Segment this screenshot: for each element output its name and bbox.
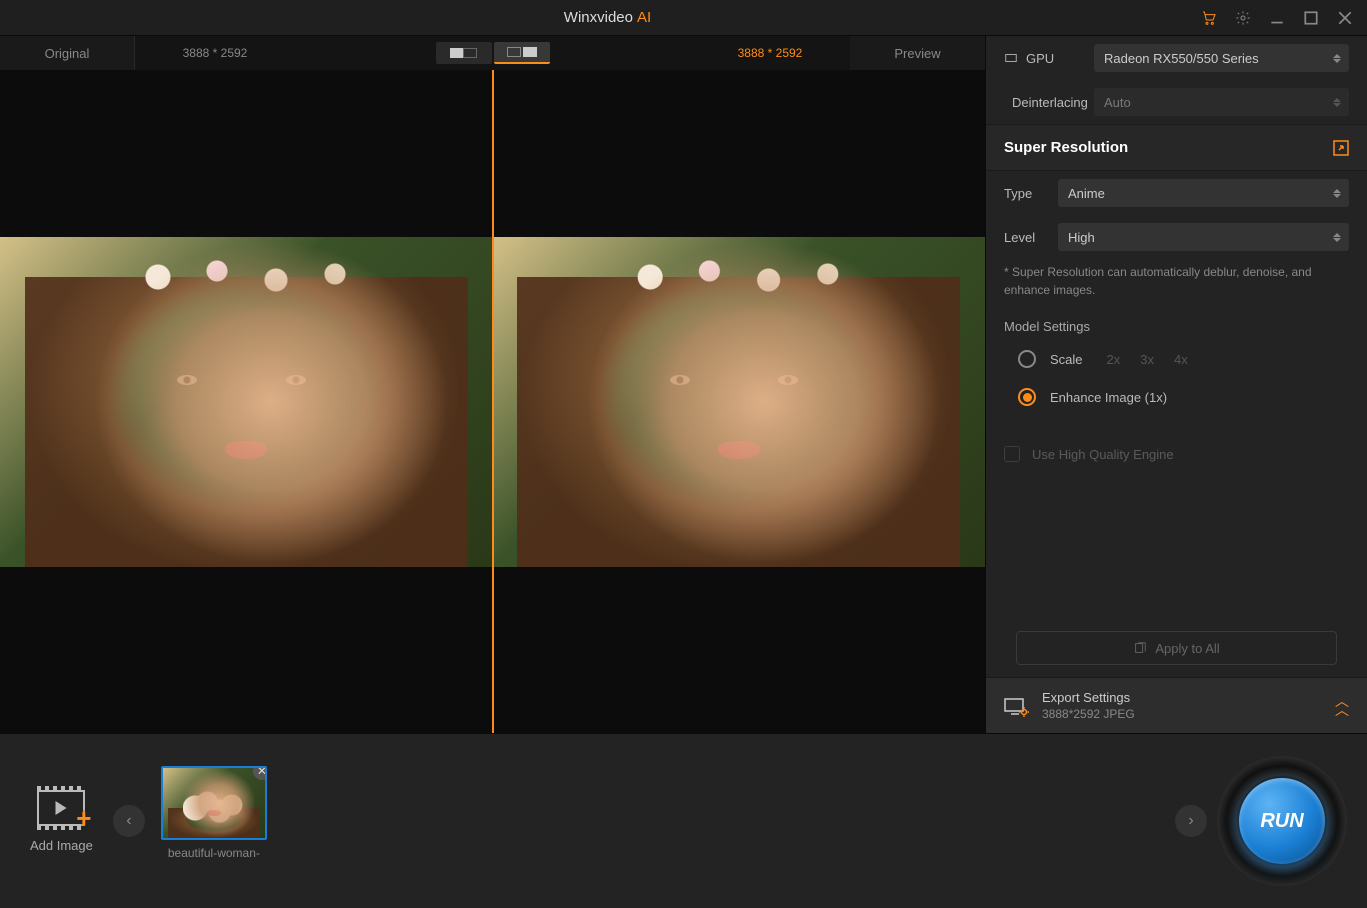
gpu-select[interactable]: Radeon RX550/550 Series [1094,44,1349,72]
close-icon[interactable] [1337,10,1353,26]
deinterlace-select: Auto [1094,88,1349,116]
scale-3x[interactable]: 3x [1140,352,1154,367]
super-resolution-hint: * Super Resolution can automatically deb… [986,259,1367,313]
add-image-button[interactable]: + Add Image [20,790,103,853]
apply-to-all-button[interactable]: Apply to All [1016,631,1337,665]
original-image [0,70,493,733]
export-detail: 3888*2592 JPEG [1042,707,1321,721]
scale-4x[interactable]: 4x [1174,352,1188,367]
thumbnail-strip: ✕ beautiful-woman- [155,766,1165,876]
super-resolution-header[interactable]: Super Resolution [986,124,1367,171]
gpu-icon [1004,51,1018,65]
high-quality-checkbox: Use High Quality Engine [986,432,1367,476]
compare-mode-single[interactable] [436,42,492,64]
radio-icon [1018,388,1036,406]
checkbox-icon [1004,446,1020,462]
minimize-icon[interactable] [1269,10,1285,26]
strip-next-button[interactable]: › [1175,805,1207,837]
expand-icon [1333,140,1349,156]
app-title: WinxvideoAI [14,9,1201,26]
type-select[interactable]: Anime [1058,179,1349,207]
compare-mode-toggle [436,42,550,64]
export-icon [1004,696,1028,716]
radio-icon [1018,350,1036,368]
thumbnail-item[interactable]: ✕ beautiful-woman- [161,766,267,860]
compare-divider[interactable] [492,70,494,733]
level-select[interactable]: High [1058,223,1349,251]
sidebar: GPU Radeon RX550/550 Series Deinterlacin… [985,36,1367,733]
chevron-up-icon: ︿︿ [1335,697,1349,714]
compare-mode-split[interactable] [494,42,550,64]
maximize-icon[interactable] [1303,10,1319,26]
strip-prev-button[interactable]: ‹ [113,805,145,837]
export-settings-row[interactable]: Export Settings 3888*2592 JPEG ︿︿ [986,677,1367,733]
bottom-bar: + Add Image ‹ ✕ beautiful-woman- › RUN [0,733,1367,908]
preview-image [493,70,986,733]
original-dimensions: 3888 * 2592 [135,46,295,60]
tab-preview[interactable]: Preview [850,36,985,70]
export-title: Export Settings [1042,690,1321,705]
titlebar: WinxvideoAI [0,0,1367,36]
cart-icon[interactable] [1201,10,1217,26]
model-settings-label: Model Settings [986,313,1367,340]
preview-area: Original 3888 * 2592 3888 * 2592 Preview [0,36,985,733]
copy-icon [1133,641,1147,655]
preview-dimensions: 3888 * 2592 [690,46,850,60]
scale-2x[interactable]: 2x [1107,352,1121,367]
radio-enhance[interactable]: Enhance Image (1x) [986,378,1367,416]
radio-scale[interactable]: Scale 2x 3x 4x [986,340,1367,378]
run-button[interactable]: RUN [1239,778,1325,864]
type-label: Type [1004,186,1046,201]
thumbnail-name: beautiful-woman- [161,846,267,860]
plus-icon: + [76,803,91,834]
level-label: Level [1004,230,1046,245]
settings-icon[interactable] [1235,10,1251,26]
tab-original[interactable]: Original [0,36,135,70]
